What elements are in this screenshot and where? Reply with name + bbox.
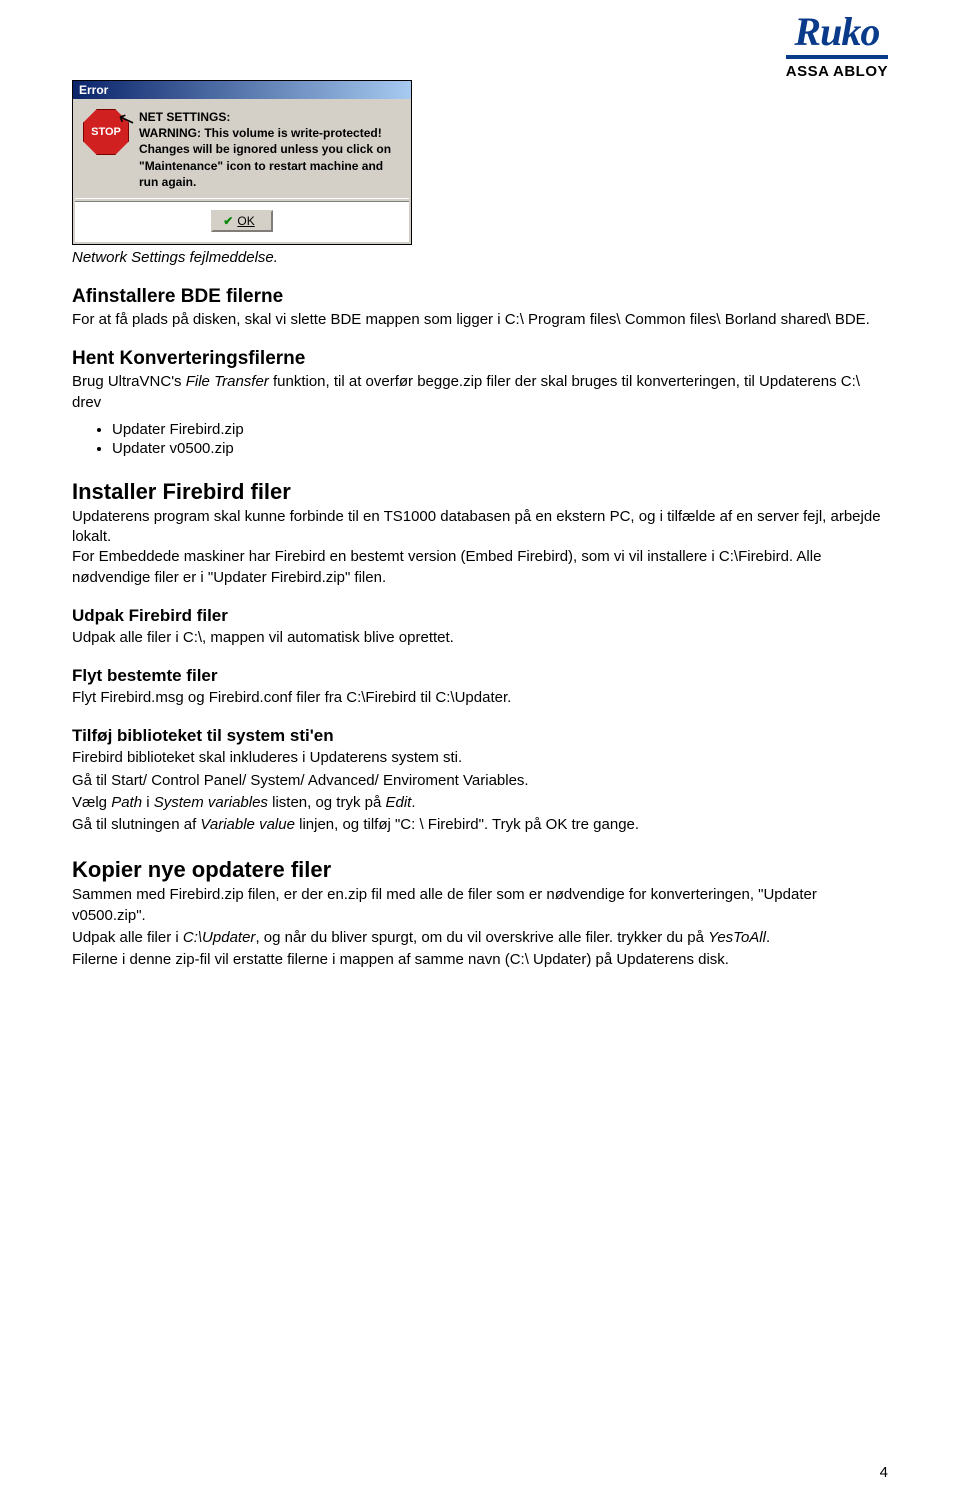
para-kopier-2: Udpak alle filer i C:\Updater, og når du… bbox=[72, 928, 888, 948]
list-item: Updater Firebird.zip bbox=[112, 421, 888, 438]
heading-afinstallere: Afinstallere BDE filerne bbox=[72, 286, 888, 308]
para-tilfoj-3: Vælg Path i System variables listen, og … bbox=[72, 793, 888, 813]
heading-kopier: Kopier nye opdatere filer bbox=[72, 857, 888, 883]
ok-button[interactable]: ✔ OK bbox=[211, 210, 272, 232]
list-item: Updater v0500.zip bbox=[112, 440, 888, 457]
stop-icon: STOP ↖ bbox=[83, 109, 129, 155]
heading-udpak: Udpak Firebird filer bbox=[72, 606, 888, 626]
figure-caption: Network Settings fejlmeddelse. bbox=[72, 248, 888, 268]
para-hent: Brug UltraVNC's File Transfer funktion, … bbox=[72, 372, 888, 413]
para-kopier-1: Sammen med Firebird.zip filen, er der en… bbox=[72, 885, 888, 926]
para-flyt: Flyt Firebird.msg og Firebird.conf filer… bbox=[72, 688, 888, 708]
file-list: Updater Firebird.zip Updater v0500.zip bbox=[112, 421, 888, 457]
para-installer: Updaterens program skal kunne forbinde t… bbox=[72, 507, 888, 588]
heading-hent: Hent Konverteringsfilerne bbox=[72, 348, 888, 370]
brand-name: Ruko bbox=[786, 12, 888, 52]
heading-flyt: Flyt bestemte filer bbox=[72, 666, 888, 686]
brand-sub: ASSA ABLOY bbox=[786, 63, 888, 80]
dialog-button-row: ✔ OK bbox=[75, 201, 409, 242]
dialog-message: NET SETTINGS: WARNING: This volume is wr… bbox=[139, 109, 401, 190]
para-udpak: Udpak alle filer i C:\, mappen vil autom… bbox=[72, 628, 888, 648]
error-dialog: Error STOP ↖ NET SETTINGS: WARNING: This… bbox=[72, 80, 412, 245]
para-tilfoj-1: Firebird biblioteket skal inkluderes i U… bbox=[72, 748, 888, 768]
heading-installer: Installer Firebird filer bbox=[72, 479, 888, 505]
para-kopier-3: Filerne i denne zip-fil vil erstatte fil… bbox=[72, 950, 888, 970]
dialog-body: STOP ↖ NET SETTINGS: WARNING: This volum… bbox=[73, 99, 411, 196]
heading-tilfoj: Tilføj biblioteket til system sti'en bbox=[72, 726, 888, 746]
check-icon: ✔ bbox=[223, 214, 233, 228]
para-tilfoj-4: Gå til slutningen af Variable value linj… bbox=[72, 815, 888, 835]
page-number: 4 bbox=[880, 1464, 888, 1481]
dialog-separator bbox=[75, 198, 409, 199]
para-tilfoj-2: Gå til Start/ Control Panel/ System/ Adv… bbox=[72, 771, 888, 791]
brand-logo: Ruko ASSA ABLOY bbox=[786, 12, 888, 80]
brand-underline bbox=[786, 55, 888, 59]
dialog-titlebar: Error bbox=[73, 81, 411, 99]
ok-button-label: OK bbox=[237, 214, 254, 228]
para-afinstallere: For at få plads på disken, skal vi slett… bbox=[72, 310, 888, 330]
